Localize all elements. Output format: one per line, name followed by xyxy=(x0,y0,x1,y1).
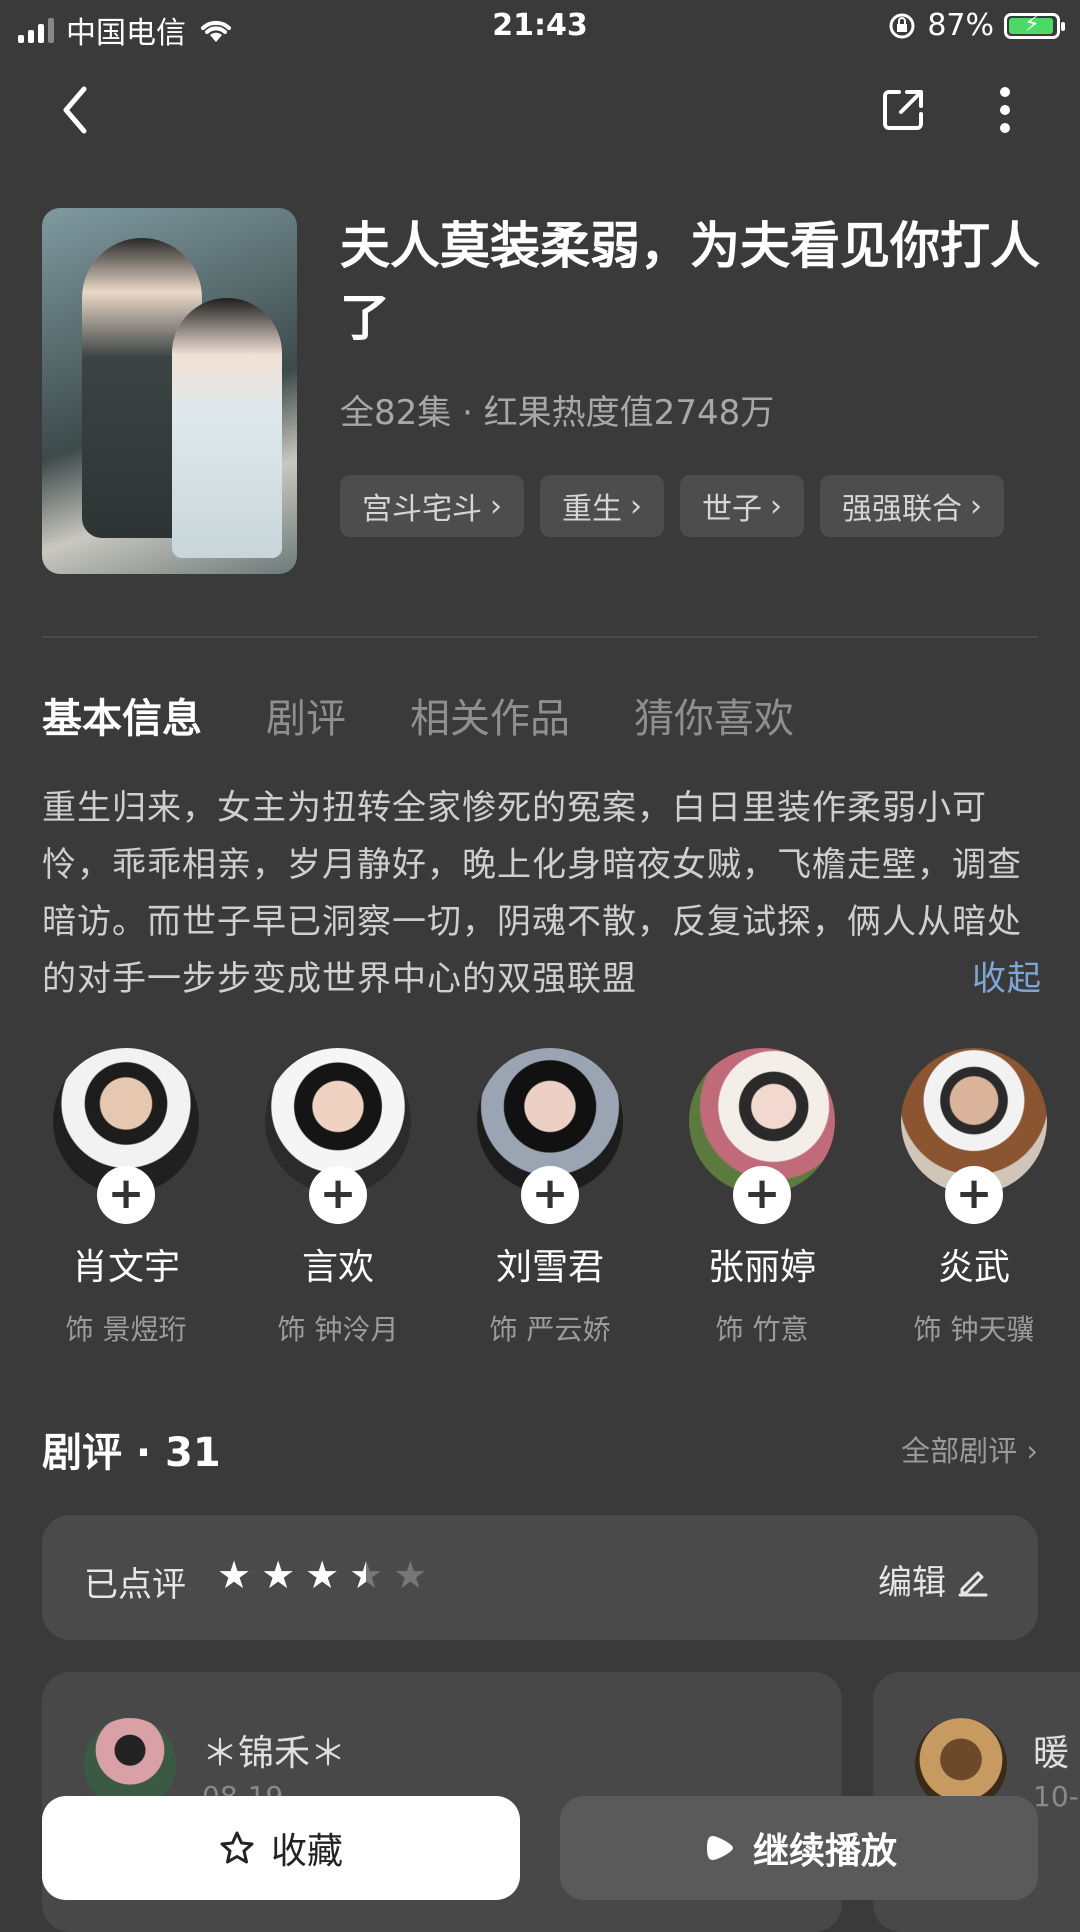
reviews-heading: 剧评 · 31 xyxy=(42,1430,221,1476)
tag-chip[interactable]: 重生 › xyxy=(540,475,664,537)
divider xyxy=(42,636,1038,638)
actor-name: 张丽婷 xyxy=(707,1247,816,1288)
actor-role: 饰 竹意 xyxy=(715,1313,809,1346)
tab-basic-info[interactable]: 基本信息 xyxy=(42,686,202,744)
play-icon xyxy=(706,1836,733,1860)
reviewer-name: ＊锦禾＊ xyxy=(202,1733,347,1774)
follow-button[interactable]: + xyxy=(521,1166,579,1224)
follow-button[interactable]: + xyxy=(309,1166,367,1224)
poster-image[interactable] xyxy=(42,208,297,574)
reviewer-name: 暖 xyxy=(1033,1733,1070,1774)
share-icon xyxy=(883,90,923,130)
avatar: + xyxy=(265,1048,411,1224)
show-meta: 全82集 · 红果热度值2748万 xyxy=(340,393,775,433)
cast-member[interactable]: + 肖文宇 饰 景煜珩 xyxy=(20,1048,232,1348)
cast-member[interactable]: + 言欢 饰 钟泠月 xyxy=(232,1048,444,1348)
battery-percent: 87% xyxy=(927,8,994,43)
actor-name: 言欢 xyxy=(301,1247,374,1288)
all-reviews-link[interactable]: 全部剧评 › xyxy=(901,1428,1038,1470)
tab-recommendations[interactable]: 猜你喜欢 xyxy=(634,686,794,744)
continue-play-button[interactable]: 继续播放 xyxy=(560,1796,1038,1900)
tag-chip[interactable]: 世子 › xyxy=(680,475,804,537)
my-rating-bar[interactable]: 已点评 ★ ★ ★ ★ ★ 编辑 xyxy=(42,1515,1038,1640)
follow-button[interactable]: + xyxy=(733,1166,791,1224)
collapse-link[interactable]: 收起 xyxy=(972,951,1042,1008)
star-icon: ★ xyxy=(393,1553,428,1597)
status-right: 87% ⚡ xyxy=(887,8,1065,43)
star-half-icon: ★ xyxy=(349,1553,384,1597)
actor-role: 饰 严云娇 xyxy=(489,1313,611,1346)
rotation-lock-icon xyxy=(889,13,915,38)
actor-name: 刘雪君 xyxy=(495,1247,604,1288)
edit-label: 编辑 xyxy=(878,1563,946,1603)
chevron-right-icon: › xyxy=(490,488,502,524)
bottom-action-bar: 收藏 继续播放 xyxy=(0,1780,1080,1920)
edit-review-button[interactable]: 编辑 xyxy=(878,1555,990,1604)
follow-button[interactable]: + xyxy=(945,1166,1003,1224)
more-vertical-icon xyxy=(1000,87,1010,133)
star-icon: ★ xyxy=(261,1553,296,1597)
cast-member[interactable]: + 张丽婷 饰 竹意 xyxy=(656,1048,868,1348)
chevron-right-icon: › xyxy=(630,488,642,524)
chevron-right-icon: › xyxy=(970,488,982,524)
cast-list: + 肖文宇 饰 景煜珩 + 言欢 饰 钟泠月 + 刘雪君 饰 严云娇 + 张丽婷… xyxy=(20,1048,1080,1348)
avatar: + xyxy=(689,1048,835,1224)
share-button[interactable] xyxy=(875,82,931,138)
actor-role: 饰 钟天骥 xyxy=(913,1313,1035,1346)
tab-related-works[interactable]: 相关作品 xyxy=(410,686,570,744)
star-rating: ★ ★ ★ ★ ★ xyxy=(217,1553,427,1597)
chevron-left-icon xyxy=(63,86,87,134)
avatar: + xyxy=(477,1048,623,1224)
tab-bar: 基本信息 剧评 相关作品 猜你喜欢 xyxy=(42,686,794,744)
chevron-right-icon: › xyxy=(770,488,782,524)
avatar: + xyxy=(53,1048,199,1224)
cast-member[interactable]: + 炎武 饰 钟天骥 xyxy=(868,1048,1080,1348)
favorite-button[interactable]: 收藏 xyxy=(42,1796,520,1900)
tag-list: 宫斗宅斗 › 重生 › 世子 › 强强联合 › xyxy=(340,475,1004,537)
follow-button[interactable]: + xyxy=(97,1166,155,1224)
tab-reviews[interactable]: 剧评 xyxy=(266,686,346,744)
tag-chip[interactable]: 宫斗宅斗 › xyxy=(340,475,524,537)
description-text: 重生归来，女主为扭转全家惨死的冤案，白日里装作柔弱小可怜，乖乖相亲，岁月静好，晚… xyxy=(42,788,1022,999)
pencil-icon xyxy=(958,1571,988,1596)
battery-icon: ⚡ xyxy=(1004,12,1065,39)
favorite-label: 收藏 xyxy=(270,1831,343,1872)
actor-name: 炎武 xyxy=(937,1247,1010,1288)
back-button[interactable] xyxy=(50,80,100,140)
show-title: 夫人莫装柔弱，为夫看见你打人了 xyxy=(340,217,1040,347)
star-icon: ★ xyxy=(305,1553,340,1597)
star-outline-icon xyxy=(220,1831,254,1864)
status-bar: 中国电信 21:43 87% ⚡ xyxy=(0,0,1080,56)
star-icon: ★ xyxy=(217,1553,252,1597)
description: 重生归来，女主为扭转全家惨死的冤案，白日里装作柔弱小可怜，乖乖相亲，岁月静好，晚… xyxy=(42,780,1042,1008)
tag-chip[interactable]: 强强联合 › xyxy=(820,475,1004,537)
rated-label: 已点评 xyxy=(84,1565,186,1605)
more-button[interactable] xyxy=(990,82,1020,138)
play-label: 继续播放 xyxy=(752,1831,897,1872)
avatar: + xyxy=(901,1048,1047,1224)
actor-role: 饰 钟泠月 xyxy=(277,1313,399,1346)
actor-name: 肖文宇 xyxy=(71,1247,180,1288)
cast-member[interactable]: + 刘雪君 饰 严云娇 xyxy=(444,1048,656,1348)
actor-role: 饰 景煜珩 xyxy=(65,1313,187,1346)
